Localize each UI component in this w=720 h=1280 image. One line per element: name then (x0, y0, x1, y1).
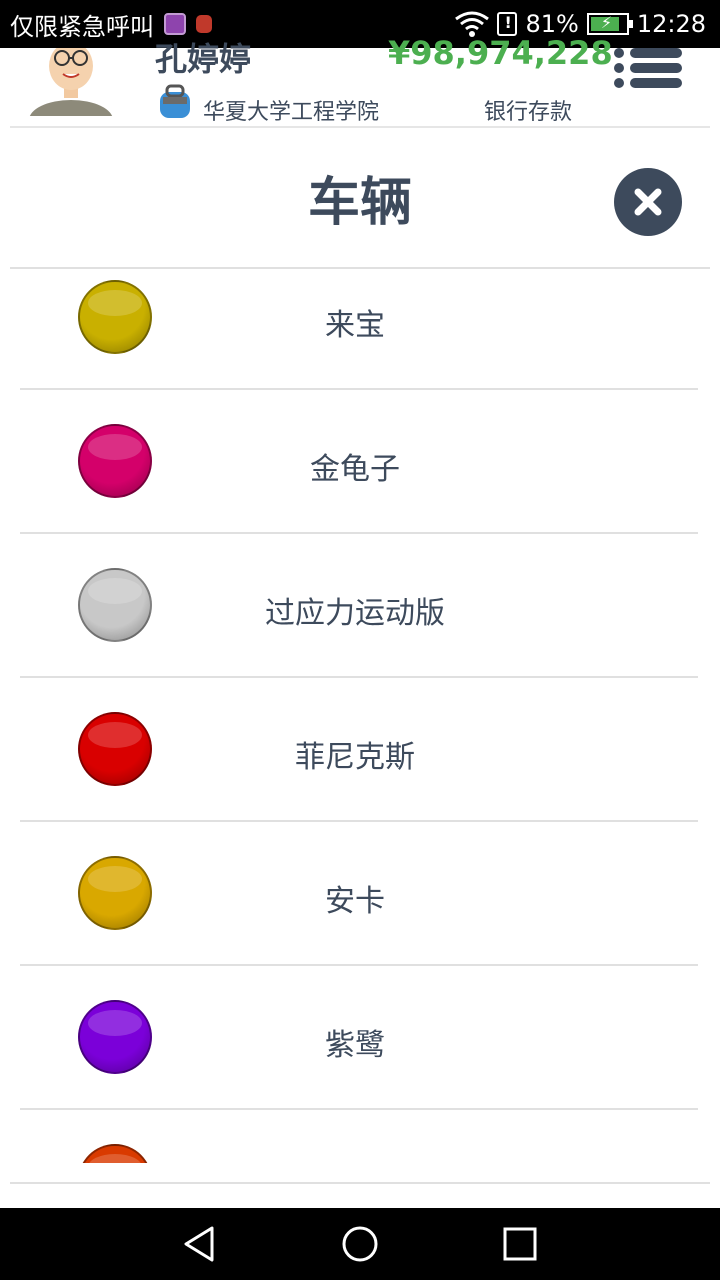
player-header: 孔婷婷 ¥98,974,228 华夏大学工程学院 银行存款 (0, 34, 720, 128)
vehicle-list-item[interactable]: 菲尼克斯 (20, 678, 698, 822)
menu-dot (614, 63, 624, 73)
gallery-notification-icon (164, 13, 186, 35)
bank-deposit-label: 银行存款 (484, 100, 573, 125)
vehicle-name: 紫鹭 (325, 1028, 385, 1063)
header-divider (10, 126, 710, 128)
vehicle-color-icon (78, 1144, 152, 1163)
vehicle-name: 菲尼克斯 (295, 740, 415, 775)
menu-line (630, 78, 682, 88)
vehicle-name: 安卡 (325, 884, 385, 919)
clock: 12:28 (636, 10, 706, 38)
navigation-bar (0, 1208, 720, 1280)
vehicle-name: 过应力运动版 (265, 596, 445, 631)
school-name: 华夏大学工程学院 (203, 100, 380, 125)
vehicle-name: 金龟子 (310, 452, 400, 487)
battery-icon: ⚡ (586, 13, 633, 35)
close-button[interactable] (614, 168, 682, 236)
list-bottom-divider (10, 1182, 710, 1184)
school-bag-icon (158, 84, 192, 120)
vehicle-name: 来宝 (325, 308, 385, 343)
player-name: 孔婷婷 (155, 40, 252, 78)
app-notification-icon (196, 15, 212, 33)
menu-line (630, 63, 682, 73)
vehicle-list-item[interactable]: 金龟子 (20, 390, 698, 534)
vehicle-list-item[interactable]: 来宝 (20, 246, 698, 390)
sim-alert-icon (497, 12, 518, 36)
vehicle-list-item[interactable] (20, 1110, 698, 1163)
menu-dot (614, 48, 624, 58)
list-menu-icon[interactable] (612, 48, 684, 90)
vehicle-list-item[interactable]: 过应力运动版 (20, 534, 698, 678)
recents-square-icon[interactable] (500, 1224, 540, 1264)
dialog-title: 车辆 (307, 173, 412, 233)
menu-line (630, 48, 682, 58)
home-circle-icon[interactable] (340, 1224, 380, 1264)
carrier-text: 仅限紧急呼叫 (10, 12, 154, 41)
vehicle-list-item[interactable]: 安卡 (20, 822, 698, 966)
avatar[interactable] (28, 48, 114, 116)
back-triangle-icon[interactable] (180, 1224, 220, 1264)
charging-bolt-icon: ⚡ (600, 13, 613, 32)
money-amount: ¥98,974,228 (388, 34, 613, 72)
vehicle-list[interactable]: 来宝金龟子过应力运动版 菲尼克斯安卡紫鹭 (0, 246, 720, 1163)
menu-dot (614, 78, 624, 88)
close-icon (634, 188, 662, 216)
vehicle-list-item[interactable]: 紫鹭 (20, 966, 698, 1110)
